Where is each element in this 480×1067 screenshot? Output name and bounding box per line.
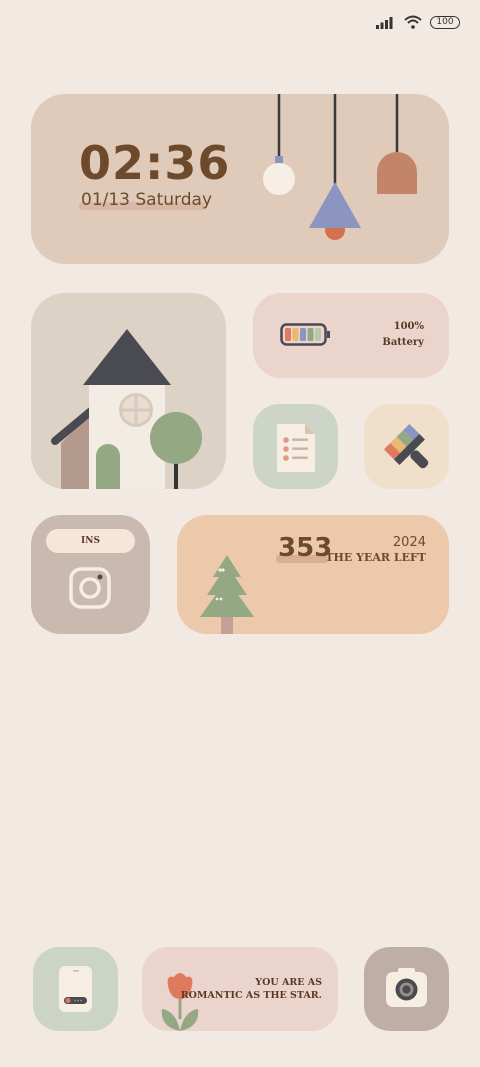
hanging-lamps-illustration <box>263 94 417 240</box>
notes-app-icon[interactable] <box>253 404 338 489</box>
document-icon <box>277 424 315 472</box>
wifi-icon <box>404 15 422 29</box>
year-number: 2024 <box>392 535 426 550</box>
year-left-widget[interactable]: 353 2024 THE YEAR LEFT <box>177 515 449 634</box>
battery-widget[interactable]: 100% Battery <box>253 293 449 378</box>
clock-widget[interactable]: 02:36 01/13 Saturday <box>31 94 449 264</box>
house-widget[interactable] <box>31 293 226 489</box>
battery-text: 100% Battery <box>382 319 424 351</box>
paintbrush-icon <box>383 423 429 469</box>
instagram-icon <box>69 567 111 609</box>
paint-app-icon[interactable] <box>364 404 449 489</box>
phone-icon <box>59 966 92 1012</box>
quote-line-1: YOU ARE AS <box>255 977 322 988</box>
status-bar: 100 <box>376 12 460 32</box>
quote-text: YOU ARE AS ROMANTIC AS THE STAR. <box>181 976 322 1002</box>
camera-app-icon[interactable] <box>364 947 449 1031</box>
battery-label: Battery <box>382 337 424 348</box>
year-left-label: THE YEAR LEFT <box>325 551 426 564</box>
quote-widget[interactable]: YOU ARE AS ROMANTIC AS THE STAR. <box>142 947 338 1031</box>
signal-icon <box>376 17 393 29</box>
quote-line-2: ROMANTIC AS THE STAR. <box>180 990 322 1001</box>
pine-tree-illustration <box>200 555 254 634</box>
battery-icon <box>280 323 330 346</box>
camera-icon <box>386 968 427 1007</box>
instagram-widget[interactable]: INS <box>31 515 150 634</box>
phone-app-icon[interactable] <box>33 947 118 1031</box>
days-left-count: 353 <box>278 533 333 563</box>
battery-percent: 100% <box>393 321 424 332</box>
battery-indicator: 100 <box>430 15 460 29</box>
house-illustration <box>51 329 202 489</box>
ins-label: INS <box>46 529 135 553</box>
